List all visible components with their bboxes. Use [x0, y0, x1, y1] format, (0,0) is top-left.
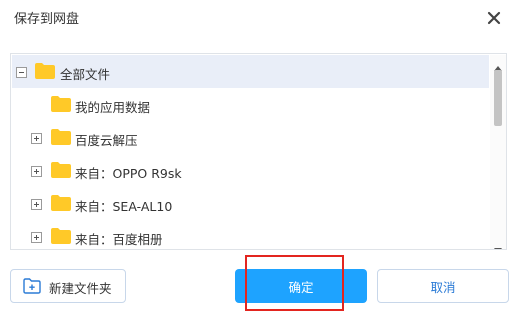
expand-icon[interactable] — [31, 231, 42, 243]
scrollbar-thumb[interactable] — [494, 70, 502, 126]
folder-icon — [51, 162, 71, 178]
dialog-title: 保存到网盘 — [14, 12, 80, 27]
tree-item-all-files[interactable]: 全部文件 — [12, 55, 489, 88]
tree-item-baidu-album[interactable]: 来自：百度相册 — [12, 220, 489, 249]
folder-icon — [51, 195, 71, 211]
tree-item-label: 来自：百度相册 — [75, 232, 163, 247]
tree-item-oppo[interactable]: 来自：OPPO R9sk — [12, 154, 489, 187]
expand-icon[interactable] — [31, 165, 42, 177]
folder-icon — [51, 228, 71, 244]
expand-icon[interactable] — [31, 198, 42, 210]
folder-icon — [51, 129, 71, 145]
highlight-box — [245, 255, 344, 311]
tree-item-label: 百度云解压 — [75, 133, 138, 148]
scroll-down-arrow-icon[interactable] — [494, 239, 502, 249]
new-folder-button[interactable]: 新建文件夹 — [10, 269, 126, 303]
tree-item-label: 我的应用数据 — [75, 100, 151, 115]
expand-icon[interactable] — [31, 132, 42, 144]
tree-item-label: 全部文件 — [60, 67, 111, 82]
save-to-cloud-dialog: 保存到网盘 全部文件 我的应用数据 百度云解压 来自：OPPO R9sk 来自：… — [0, 0, 520, 316]
close-icon[interactable] — [484, 8, 504, 28]
folder-tree[interactable]: 全部文件 我的应用数据 百度云解压 来自：OPPO R9sk 来自：SEA-AL… — [10, 53, 507, 250]
new-folder-label: 新建文件夹 — [49, 281, 112, 296]
folder-icon — [51, 96, 71, 112]
folder-plus-icon — [23, 278, 41, 297]
tree-item-label: 来自：SEA-AL10 — [75, 199, 173, 214]
folder-icon — [35, 63, 55, 79]
collapse-icon[interactable] — [16, 66, 27, 78]
tree-item-sea-al10[interactable]: 来自：SEA-AL10 — [12, 187, 489, 220]
tree-item-baidu-unzip[interactable]: 百度云解压 — [12, 121, 489, 154]
scroll-up-arrow-icon[interactable] — [494, 58, 502, 71]
cancel-label: 取消 — [430, 279, 456, 295]
cancel-button[interactable]: 取消 — [377, 269, 509, 303]
tree-item-app-data[interactable]: 我的应用数据 — [12, 88, 489, 121]
tree-item-label: 来自：OPPO R9sk — [75, 166, 182, 181]
vertical-scrollbar[interactable] — [490, 55, 506, 249]
